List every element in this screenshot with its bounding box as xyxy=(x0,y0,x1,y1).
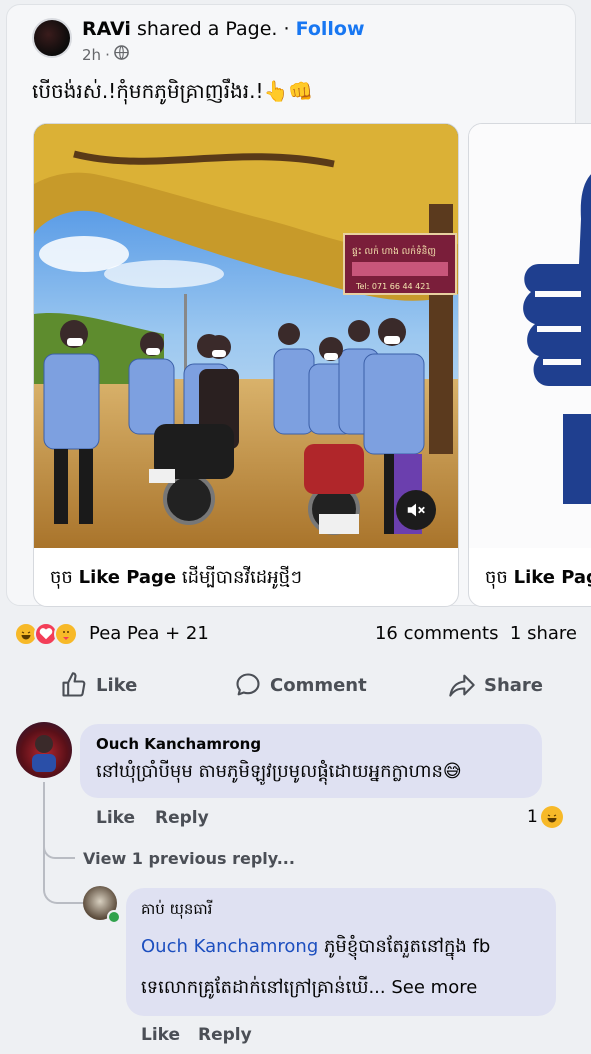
haha-reaction-icon xyxy=(540,806,563,828)
thumbs-up-icon xyxy=(523,174,591,504)
comment-author[interactable]: Ouch Kanchamrong xyxy=(96,735,261,753)
like-page-graphic xyxy=(469,124,591,548)
post-photo[interactable]: ផ្ទះ លក់ ហាង លក់ទំនិញ Tel: 071 66 44 421 xyxy=(34,124,458,548)
reply-text-line1: Ouch Kanchamrong ភូមិខ្ញុំបានតែរួតនៅក្នុ… xyxy=(141,934,490,961)
thread-connector xyxy=(43,870,83,904)
post-header: RAVi shared a Page. · Follow xyxy=(82,18,365,40)
post-caption: បើចង់រស់.!កុំមកភូមិគ្រាញរឹងរ.!👆👊 xyxy=(32,79,314,103)
shop-sign-text: ផ្ទះ លក់ ហាង លក់ទំនិញ xyxy=(352,245,436,257)
like-button[interactable]: Like xyxy=(60,662,137,708)
post-meta: 2h · xyxy=(82,45,129,64)
reply-author[interactable]: គាប់ យុនធារី xyxy=(141,900,212,922)
shop-sign-phone: Tel: 071 66 44 421 xyxy=(355,282,430,291)
view-previous-replies[interactable]: View 1 previous reply... xyxy=(83,849,295,868)
carousel-cta[interactable]: ចុច Like Pag xyxy=(485,565,591,592)
comment-label: Comment xyxy=(270,674,367,696)
speaker-muted-icon xyxy=(407,503,425,517)
reply-text-2: ទេលោកគ្រូតែដាក់នៅក្រៅគ្រាន់ឃើ... xyxy=(141,977,386,998)
thread-connector xyxy=(43,843,75,859)
cta-suffix: ដើម្បីបានវីដេអូថ្មីៗ xyxy=(181,567,302,588)
author-avatar[interactable] xyxy=(32,18,72,58)
action-text: shared a Page. xyxy=(136,18,278,40)
globe-icon xyxy=(114,45,129,64)
header-separator: · xyxy=(283,18,290,40)
care-reaction-icon xyxy=(54,622,78,646)
comment-icon xyxy=(236,673,260,696)
share-label: Share xyxy=(484,674,544,696)
mute-button[interactable] xyxy=(396,490,436,530)
post-time[interactable]: 2h xyxy=(82,46,101,64)
commenter-avatar[interactable] xyxy=(16,722,72,778)
cta-like-page: Like Page xyxy=(78,567,177,588)
thumbs-up-icon xyxy=(62,672,86,697)
online-status-dot xyxy=(107,910,121,924)
reactions-summary[interactable]: Pea Pea + 21 16 comments 1 share xyxy=(14,622,577,650)
see-more-link[interactable]: See more xyxy=(391,977,477,998)
thread-line xyxy=(43,782,45,882)
reaction-count: 1 xyxy=(527,807,538,827)
cta-prefix: ចុច xyxy=(485,567,508,588)
cta-like-page: Like Pag xyxy=(513,567,591,588)
carousel-cta[interactable]: ចុច Like Page ដើម្បីបានវីដេអូថ្មីៗ xyxy=(50,565,302,592)
reaction-icons[interactable] xyxy=(14,622,78,646)
reply-mention[interactable]: Ouch Kanchamrong xyxy=(141,936,318,957)
comment-text: នៅឃុំប្រាំបីមុម តាមភូមិឡូវប្រមូលផ្តុំដោយ… xyxy=(96,761,462,782)
carousel-item[interactable]: ផ្ទះ លក់ ហាង លក់ទំនិញ Tel: 071 66 44 421 xyxy=(33,123,459,607)
meta-separator: · xyxy=(105,45,110,64)
carousel-item[interactable]: ចុច Like Pag xyxy=(468,123,591,607)
comment-button[interactable]: Comment xyxy=(234,662,367,708)
comments-count[interactable]: 16 comments xyxy=(375,623,499,644)
reaction-names[interactable]: Pea Pea + 21 xyxy=(89,623,209,644)
like-label: Like xyxy=(96,674,138,696)
comment-reaction-count[interactable]: 1 xyxy=(527,806,563,828)
author-name[interactable]: RAVi xyxy=(82,18,131,40)
follow-button[interactable]: Follow xyxy=(296,18,365,40)
reply-like[interactable]: Like xyxy=(141,1025,180,1045)
reply-text-line2: ទេលោកគ្រូតែដាក់នៅក្រៅគ្រាន់ឃើ... See mor… xyxy=(141,975,477,1002)
comment-reply[interactable]: Reply xyxy=(155,808,209,828)
share-button[interactable]: Share xyxy=(448,662,543,708)
reply-reply[interactable]: Reply xyxy=(198,1025,252,1045)
share-icon xyxy=(449,674,475,697)
action-bar: Like Comment Share xyxy=(0,662,591,708)
shares-count[interactable]: 1 share xyxy=(510,623,577,644)
engagement-counts: 16 comments 1 share xyxy=(375,623,577,644)
reply-text-1: ភូមិខ្ញុំបានតែរួតនៅក្នុង fb xyxy=(323,936,491,957)
cta-prefix: ចុច xyxy=(50,567,73,588)
comment-like[interactable]: Like xyxy=(96,808,135,828)
